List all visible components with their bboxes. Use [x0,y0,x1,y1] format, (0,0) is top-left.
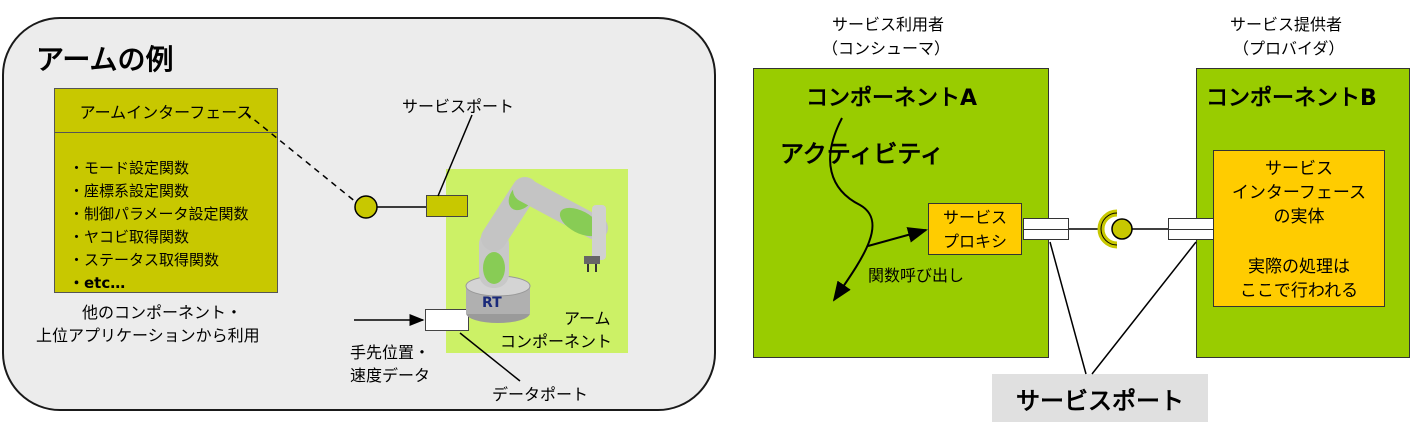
data-port-leader [459,332,521,382]
activity-flow-arrow [829,117,874,302]
rt-logo: RT [482,295,502,311]
provided-interface-icon [354,195,378,219]
interface-connection [245,112,426,219]
callout-line-b [1091,241,1197,375]
callout-line-a [1049,241,1087,375]
provided-interface-icon [1111,218,1133,240]
robot-arm-icon: RT [465,177,608,323]
function-call-arrow [867,227,928,247]
service-port-leader [437,114,473,197]
diagram-overlay: RT [245,112,1197,382]
